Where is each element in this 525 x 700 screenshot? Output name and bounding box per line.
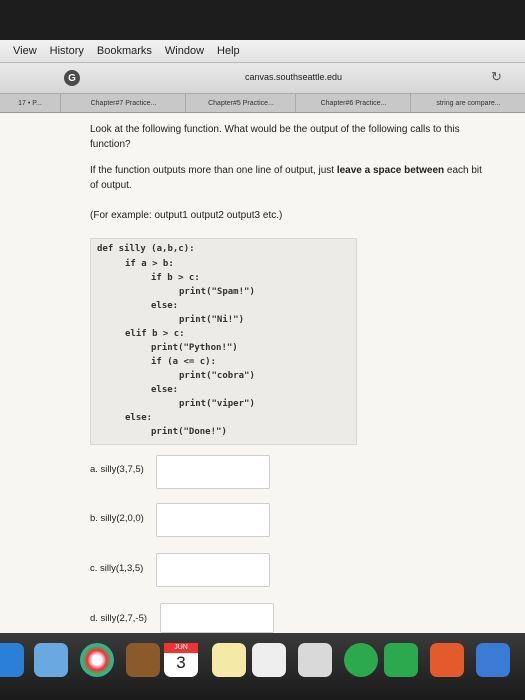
- maps-icon[interactable]: [298, 643, 332, 677]
- photos-icon[interactable]: [80, 643, 114, 677]
- tab-chapter6[interactable]: Chapter#6 Practice...: [295, 94, 411, 112]
- calendar-icon[interactable]: JUN 3: [164, 643, 198, 677]
- notes-icon[interactable]: [212, 643, 246, 677]
- tab-string-compare[interactable]: string are compare...: [410, 94, 525, 112]
- code-line: if b > c:: [151, 273, 200, 283]
- code-line: elif b > c:: [125, 329, 185, 339]
- numbers-icon[interactable]: [476, 643, 510, 677]
- question-prompt: Look at the following function. What wou…: [90, 124, 460, 150]
- answer-a-input[interactable]: [156, 455, 270, 489]
- reminders-icon[interactable]: [252, 643, 286, 677]
- address-bar[interactable]: canvas.southseattle.edu: [245, 72, 342, 82]
- tab-chapter7[interactable]: Chapter#7 Practice...: [60, 94, 186, 112]
- code-line: if a > b:: [125, 259, 174, 269]
- menu-bookmarks[interactable]: Bookmarks: [97, 45, 152, 57]
- menu-help[interactable]: Help: [217, 45, 240, 57]
- browser-toolbar: G canvas.southseattle.edu ↻: [0, 63, 525, 94]
- pages-icon[interactable]: [430, 643, 464, 677]
- code-line: print("cobra"): [179, 371, 255, 381]
- contacts-icon[interactable]: [126, 643, 160, 677]
- answer-b-label: b. silly(2,0,0): [90, 513, 144, 524]
- code-line: else:: [151, 385, 179, 395]
- code-block: def silly (a,b,c): if a > b: if b > c: p…: [90, 238, 357, 445]
- question-example: (For example: output1 output2 output3 et…: [90, 210, 283, 221]
- question-instruction: If the function outputs more than one li…: [90, 165, 482, 191]
- code-line: if (a <= c):: [151, 357, 217, 367]
- messages-icon[interactable]: [344, 643, 378, 677]
- code-line: print("Python!"): [151, 343, 238, 353]
- code-line: else:: [151, 301, 179, 311]
- code-line: def silly (a,b,c):: [97, 244, 195, 254]
- code-line: print("viper"): [179, 399, 255, 409]
- mail-icon[interactable]: [34, 643, 68, 677]
- menu-view[interactable]: View: [13, 45, 37, 57]
- answer-a-label: a. silly(3,7,5): [90, 464, 144, 475]
- answer-d-label: d. silly(2,7,-5): [90, 613, 148, 624]
- site-icon[interactable]: G: [64, 70, 80, 86]
- menu-window[interactable]: Window: [165, 45, 204, 57]
- code-line: print("Ni!"): [179, 315, 245, 325]
- screen-bezel: [0, 0, 525, 40]
- reload-icon[interactable]: ↻: [491, 69, 502, 85]
- tab-chapter5[interactable]: Chapter#5 Practice...: [185, 94, 296, 112]
- answer-b-input[interactable]: [156, 503, 270, 537]
- calendar-month: JUN: [164, 643, 198, 653]
- tab-bar: 17 • P... Chapter#7 Practice... Chapter#…: [0, 94, 525, 113]
- code-line: else:: [125, 413, 153, 423]
- calendar-day: 3: [176, 653, 186, 672]
- menu-history[interactable]: History: [50, 45, 84, 57]
- safari-icon[interactable]: [0, 643, 24, 677]
- answer-c-label: c. silly(1,3,5): [90, 563, 144, 574]
- answer-d-input[interactable]: [160, 603, 274, 633]
- dock: JUN 3: [0, 633, 525, 700]
- code-line: print("Done!"): [151, 427, 227, 437]
- tab-1[interactable]: 17 • P...: [0, 94, 60, 112]
- menu-bar: View History Bookmarks Window Help: [0, 40, 525, 63]
- answer-c-input[interactable]: [156, 553, 270, 587]
- code-line: print("Spam!"): [179, 287, 255, 297]
- facetime-icon[interactable]: [384, 643, 418, 677]
